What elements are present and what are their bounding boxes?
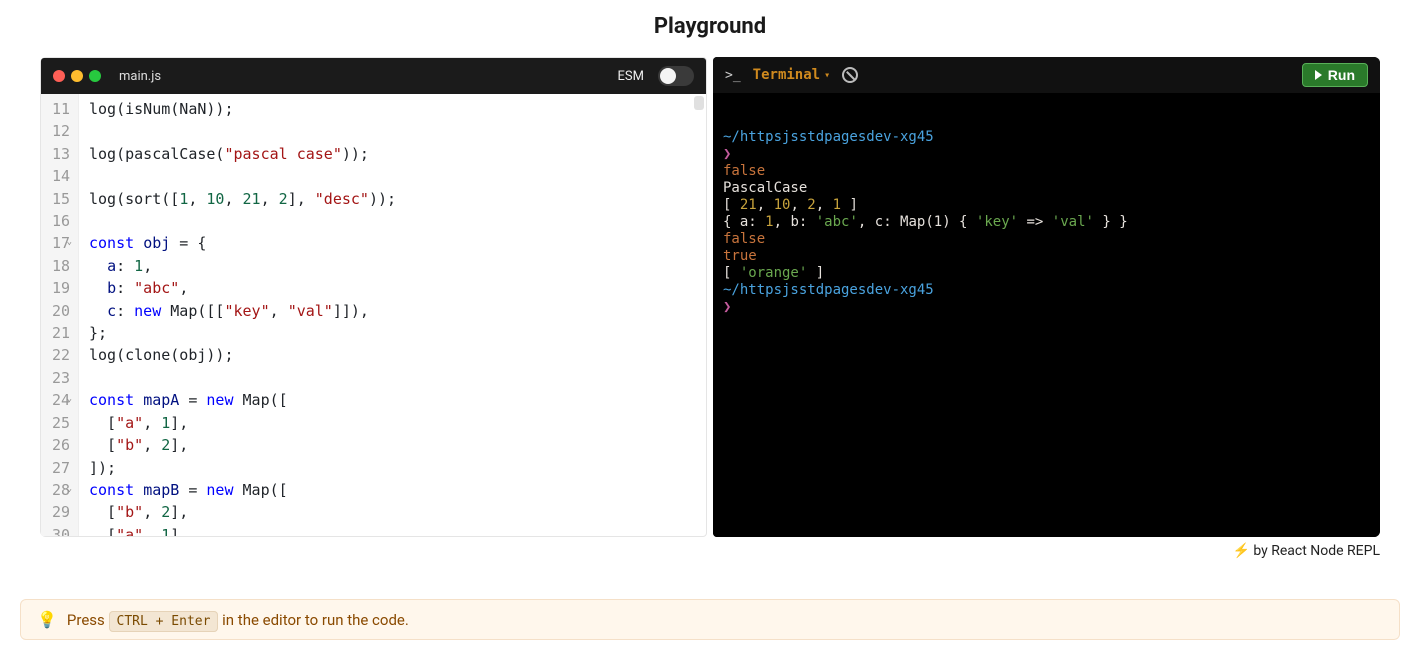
terminal-output[interactable]: ~/httpsjsstdpagesdev-xg45 ❯ false Pascal… [713, 93, 1380, 537]
footer-credit[interactable]: ⚡ by React Node REPL [0, 537, 1420, 559]
close-dot-icon[interactable] [53, 70, 65, 82]
chevron-down-icon: ▾ [824, 70, 830, 81]
fold-icon[interactable]: ⌄ [67, 395, 72, 404]
terminal-titlebar: >_ Terminal ▾ Run [713, 57, 1380, 93]
esm-toggle[interactable] [658, 66, 694, 86]
maximize-dot-icon[interactable] [89, 70, 101, 82]
bulb-icon: 💡 [37, 610, 57, 629]
scrollbar-icon[interactable] [694, 96, 704, 110]
terminal-label[interactable]: Terminal ▾ [753, 67, 830, 83]
prompt-icon: >_ [725, 68, 741, 83]
editor-code[interactable]: log(isNum(NaN)); log(pascalCase("pascal … [79, 94, 706, 536]
editor-filename: main.js [119, 69, 161, 84]
run-button[interactable]: Run [1302, 63, 1368, 87]
editor-gutter: 11 12 13 14 15 16 17⌄ 18 19 20 21 22 23 … [41, 94, 79, 536]
play-icon [1315, 70, 1322, 80]
playground-frame: main.js ESM 11 12 13 14 15 16 17⌄ 18 19 … [40, 57, 1380, 537]
panels: main.js ESM 11 12 13 14 15 16 17⌄ 18 19 … [40, 57, 1380, 537]
clear-icon[interactable] [842, 67, 858, 83]
editor-body[interactable]: 11 12 13 14 15 16 17⌄ 18 19 20 21 22 23 … [41, 94, 706, 536]
hint-bar: 💡 Press CTRL + Enter in the editor to ru… [20, 599, 1400, 640]
page-title: Playground [0, 0, 1420, 57]
bolt-icon: ⚡ [1232, 543, 1249, 559]
window-dots [53, 70, 101, 82]
editor-titlebar: main.js ESM [41, 58, 706, 94]
kbd-shortcut: CTRL + Enter [109, 611, 219, 632]
minimize-dot-icon[interactable] [71, 70, 83, 82]
terminal-panel: >_ Terminal ▾ Run ~/httpsjsstdpagesdev-x… [713, 57, 1380, 537]
editor-panel: main.js ESM 11 12 13 14 15 16 17⌄ 18 19 … [40, 57, 707, 537]
fold-icon[interactable]: ⌄ [67, 238, 72, 247]
fold-icon[interactable]: ⌄ [67, 485, 72, 494]
esm-label: ESM [618, 69, 644, 84]
